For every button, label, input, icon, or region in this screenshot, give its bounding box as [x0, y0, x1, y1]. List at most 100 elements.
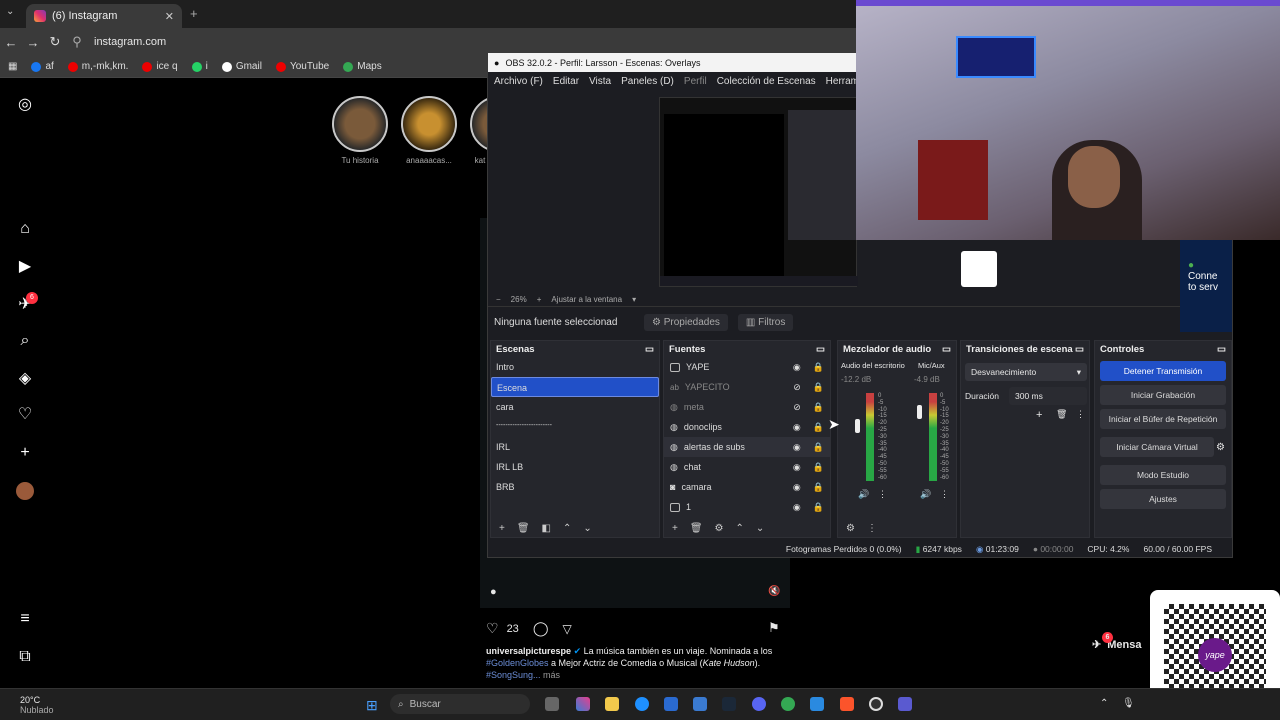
dock-menu-icon[interactable]: ▭: [645, 344, 654, 355]
scene-item[interactable]: ------------------------: [491, 417, 659, 437]
save-icon[interactable]: ⚑: [768, 620, 780, 636]
scene-item[interactable]: IRL LB: [491, 457, 659, 477]
source-item[interactable]: ◙ camara ◉ 🔒: [664, 477, 830, 497]
taskbar-search[interactable]: ⌕ Buscar: [390, 694, 530, 714]
studio-mode-button[interactable]: Modo Estudio: [1100, 465, 1226, 485]
fit-label[interactable]: Ajustar a la ventana: [551, 295, 622, 304]
like-icon[interactable]: ♡: [486, 620, 499, 637]
trash-icon[interactable]: 🗑: [517, 523, 530, 534]
source-item[interactable]: ab YAPECITO ⊘ 🔒: [664, 377, 830, 397]
brave-icon[interactable]: [840, 697, 854, 711]
bookmark[interactable]: Gmail: [221, 61, 262, 72]
kebab-icon[interactable]: ⋮: [878, 489, 887, 500]
avatar[interactable]: [16, 482, 34, 500]
site-info-icon[interactable]: ⚲: [66, 34, 88, 50]
comment-icon[interactable]: ◯: [533, 620, 549, 637]
url-text[interactable]: instagram.com: [94, 36, 166, 48]
copilot-icon[interactable]: [576, 697, 590, 711]
more-link[interactable]: más: [541, 670, 560, 680]
gear-icon[interactable]: ⚙: [1216, 442, 1225, 453]
create-icon[interactable]: +: [16, 444, 34, 462]
source-item[interactable]: ◍ donoclips ◉ 🔒: [664, 417, 830, 437]
story-item[interactable]: Tu historia: [332, 96, 388, 165]
explore-icon[interactable]: ◈: [16, 370, 34, 388]
settings-button[interactable]: Ajustes: [1100, 489, 1226, 509]
menu-item[interactable]: Editar: [553, 76, 579, 87]
app-icon[interactable]: [898, 697, 912, 711]
back-icon[interactable]: ←: [0, 35, 22, 50]
home-icon[interactable]: ⌂: [16, 220, 34, 238]
add-icon[interactable]: +: [672, 523, 678, 534]
zoom-in-icon[interactable]: +: [537, 295, 542, 304]
source-item[interactable]: YAPE ◉ 🔒: [664, 357, 830, 377]
hashtag[interactable]: #SongSung...: [486, 670, 541, 680]
app-icon[interactable]: [693, 697, 707, 711]
start-recording-button[interactable]: Iniciar Grabación: [1100, 385, 1226, 405]
tab-instagram[interactable]: (6) Instagram ✕: [26, 4, 182, 28]
search-icon[interactable]: ⌕: [16, 332, 34, 350]
obs-preview[interactable]: [659, 97, 858, 287]
windows-start-icon[interactable]: ⊞: [366, 697, 382, 713]
source-item[interactable]: 1 ◉ 🔒: [664, 497, 830, 517]
volume-slider[interactable]: [917, 405, 922, 419]
tray-chevron-icon[interactable]: ⌃: [1100, 698, 1108, 709]
menu-item[interactable]: Colección de Escenas: [717, 76, 816, 87]
instagram-logo-icon[interactable]: ◎: [16, 96, 34, 114]
up-icon[interactable]: ⌃: [563, 523, 571, 534]
dock-menu-icon[interactable]: ▭: [942, 344, 951, 355]
virtual-camera-button[interactable]: Iniciar Cámara Virtual: [1100, 437, 1215, 457]
post-username[interactable]: universalpicturespe: [486, 646, 571, 656]
bookmark[interactable]: YouTube: [275, 61, 329, 72]
bookmark[interactable]: af: [31, 61, 54, 72]
menu-item[interactable]: Vista: [589, 76, 611, 87]
bookmark[interactable]: Maps: [343, 61, 382, 72]
steam-icon[interactable]: [722, 697, 736, 711]
scene-item[interactable]: cara: [491, 397, 659, 417]
menu-item[interactable]: Perfil: [684, 76, 707, 87]
trash-icon[interactable]: 🗑: [1056, 409, 1067, 420]
weather-widget[interactable]: 20°C Nublado: [20, 695, 54, 715]
source-item[interactable]: ◍ alertas de subs ◉ 🔒: [664, 437, 830, 457]
source-item[interactable]: ◍ meta ⊘ 🔒: [664, 397, 830, 417]
new-tab-icon[interactable]: +: [190, 6, 198, 21]
dock-menu-icon[interactable]: ▭: [1075, 344, 1084, 355]
stop-stream-button[interactable]: Detener Transmisión: [1100, 361, 1226, 381]
threads-icon[interactable]: ⧉: [16, 648, 34, 666]
kebab-icon[interactable]: ⋮: [1076, 409, 1085, 420]
transition-select[interactable]: Desvanecimiento ▾: [965, 363, 1087, 381]
add-icon[interactable]: +: [1036, 409, 1042, 421]
bookmark[interactable]: i: [191, 61, 208, 72]
discord-icon[interactable]: [752, 697, 766, 711]
menu-item[interactable]: Archivo (F): [494, 76, 543, 87]
store-icon[interactable]: [664, 697, 678, 711]
reels-icon[interactable]: ▶: [16, 258, 34, 276]
kebab-icon[interactable]: ⋮: [940, 489, 949, 500]
chrome-icon[interactable]: [781, 697, 795, 711]
down-icon[interactable]: ⌄: [583, 523, 591, 534]
forward-icon[interactable]: →: [22, 35, 44, 50]
app-icon[interactable]: [810, 697, 824, 711]
mic-icon[interactable]: 🎙: [1122, 698, 1135, 709]
file-explorer-icon[interactable]: [605, 697, 619, 711]
add-icon[interactable]: +: [499, 523, 505, 534]
edge-icon[interactable]: [635, 697, 649, 711]
filters-button[interactable]: ▥ Filtros: [737, 313, 794, 331]
heart-icon[interactable]: ♡: [16, 406, 34, 424]
duration-input[interactable]: 300 ms: [1009, 387, 1087, 405]
up-icon[interactable]: ⌃: [736, 523, 744, 534]
messages-button[interactable]: ✈ 6 Mensa: [1092, 632, 1141, 651]
trash-icon[interactable]: 🗑: [690, 523, 703, 534]
link-icon[interactable]: ⚙: [846, 523, 855, 534]
share-icon[interactable]: ▽: [562, 622, 571, 636]
dock-menu-icon[interactable]: ▭: [1217, 344, 1226, 355]
bookmark[interactable]: ice q: [142, 61, 178, 72]
tab-menu-icon[interactable]: ⌄: [6, 6, 20, 20]
replay-buffer-button[interactable]: Iniciar el Búfer de Repetición: [1100, 409, 1226, 429]
scene-item[interactable]: IRL: [491, 437, 659, 457]
down-icon[interactable]: ⌄: [756, 523, 764, 534]
dock-menu-icon[interactable]: ▭: [816, 344, 825, 355]
reload-icon[interactable]: ↻: [44, 34, 66, 50]
menu-item[interactable]: Paneles (D): [621, 76, 674, 87]
properties-button[interactable]: ⚙ Propiedades: [644, 313, 728, 331]
gear-icon[interactable]: ⚙: [715, 523, 724, 534]
